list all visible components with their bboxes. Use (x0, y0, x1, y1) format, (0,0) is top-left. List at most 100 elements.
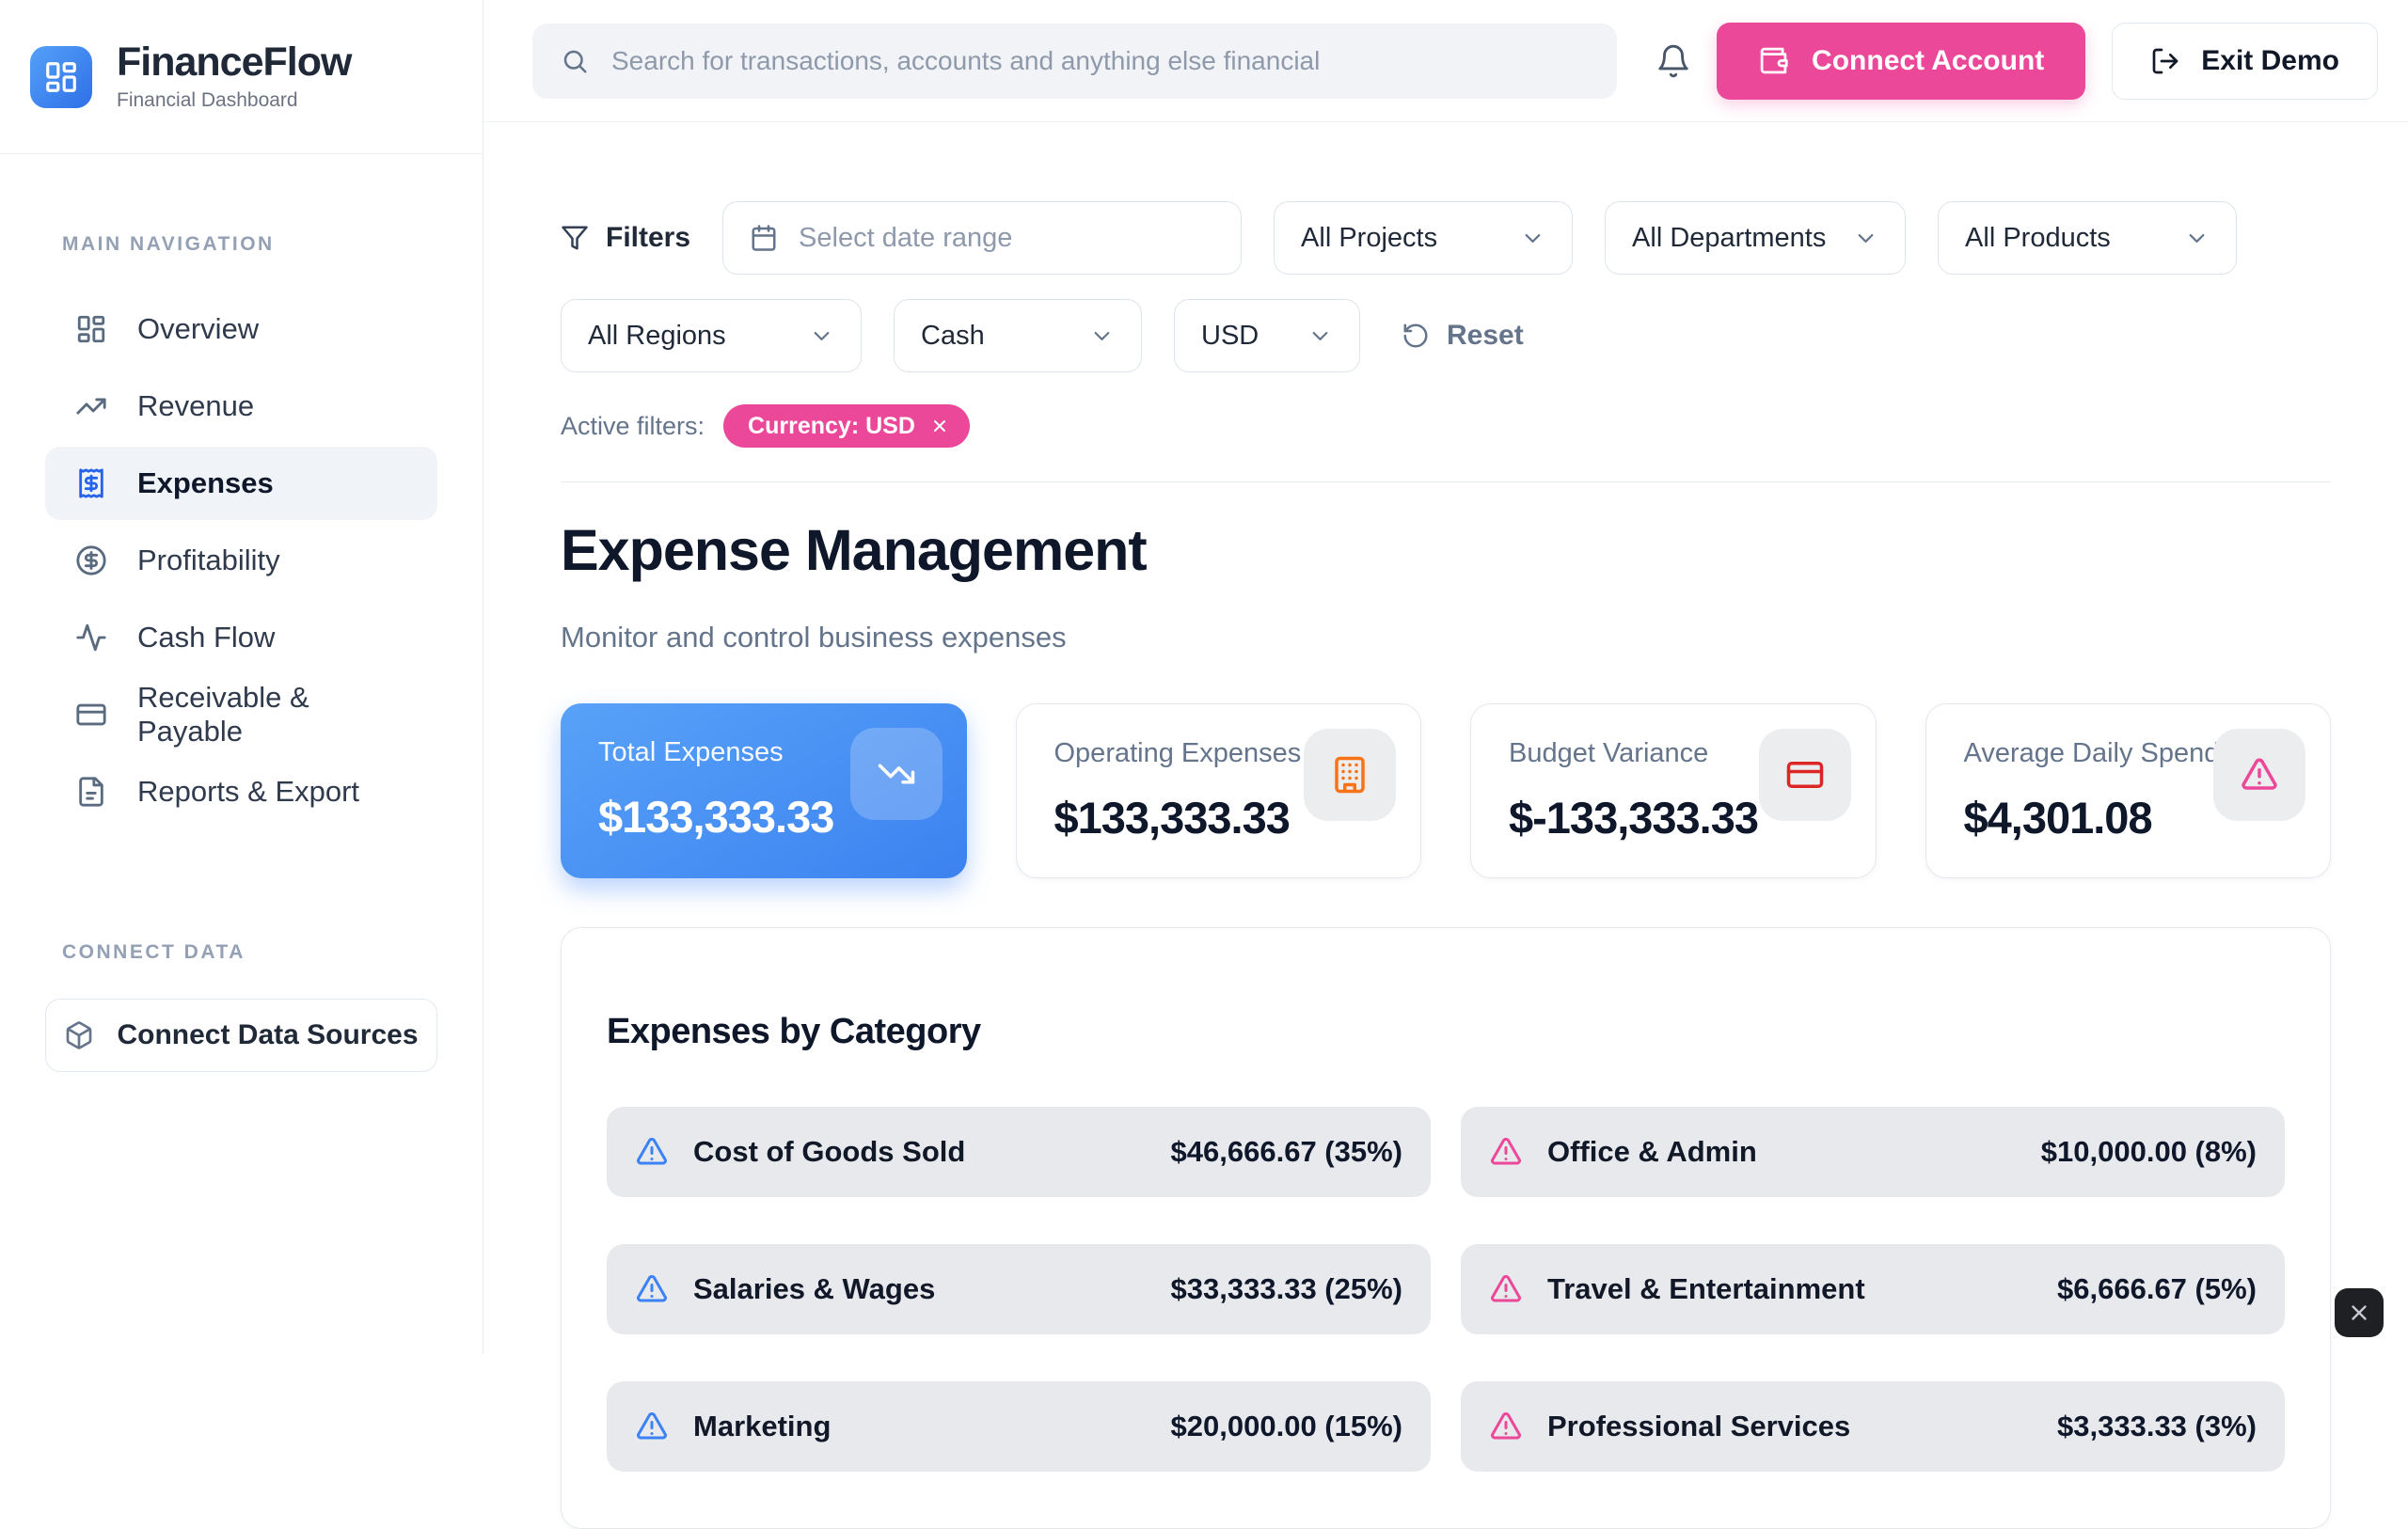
departments-dropdown[interactable]: All Departments (1605, 201, 1906, 275)
sidebar-item-receivable-payable[interactable]: Receivable & Payable (45, 678, 437, 751)
category-name: Salaries & Wages (693, 1272, 935, 1306)
category-value: $6,666.67 (5%) (2057, 1272, 2257, 1306)
regions-dropdown[interactable]: All Regions (561, 299, 862, 372)
sidebar-item-profitability[interactable]: Profitability (45, 524, 437, 597)
category-item-marketing: Marketing $20,000.00 (15%) (607, 1381, 1431, 1472)
filters-label: Filters (561, 222, 690, 254)
connect-data-heading: CONNECT DATA (62, 941, 483, 964)
topbar: Connect Account Exit Demo (483, 0, 2408, 122)
date-range-placeholder: Select date range (799, 223, 1012, 254)
sidebar-item-label: Receivable & Payable (137, 681, 407, 749)
sidebar-item-label: Cash Flow (137, 621, 275, 654)
category-name: Office & Admin (1547, 1135, 1757, 1169)
chevron-down-icon (1853, 226, 1878, 251)
trending-down-icon (850, 728, 943, 820)
dashboard-icon (75, 313, 107, 345)
close-icon[interactable] (930, 417, 949, 435)
search-bar (532, 24, 1617, 99)
credit-card-icon (75, 699, 107, 731)
log-out-icon (2150, 46, 2180, 76)
nav-heading: MAIN NAVIGATION (62, 233, 483, 256)
reset-filters-button[interactable]: Reset (1402, 320, 1524, 352)
category-name: Cost of Goods Sold (693, 1135, 965, 1169)
alert-triangle-icon (1489, 1410, 1523, 1443)
filter-funnel-icon (561, 224, 589, 252)
category-item-office-admin: Office & Admin $10,000.00 (8%) (1461, 1107, 2285, 1197)
category-value: $3,333.33 (3%) (2057, 1410, 2257, 1443)
stat-card-operating-expenses: Operating Expenses $133,333.33 (1016, 703, 1422, 878)
exit-demo-button[interactable]: Exit Demo (2112, 23, 2378, 100)
category-item-professional-services: Professional Services $3,333.33 (3%) (1461, 1381, 2285, 1472)
chevron-down-icon (809, 323, 834, 349)
credit-card-icon (1759, 729, 1851, 821)
chevron-down-icon (1089, 323, 1115, 349)
alert-triangle-icon (1489, 1135, 1523, 1169)
notifications-bell-icon[interactable] (1653, 40, 1694, 82)
sidebar-item-label: Reports & Export (137, 775, 359, 809)
category-item-salaries-wages: Salaries & Wages $33,333.33 (25%) (607, 1244, 1431, 1334)
wallet-icon (1758, 45, 1789, 76)
alert-triangle-icon (635, 1410, 669, 1443)
brand-name: FinanceFlow (117, 41, 351, 84)
sidebar-item-reports-export[interactable]: Reports & Export (45, 755, 437, 828)
category-grid: Cost of Goods Sold $46,666.67 (35%) Offi… (607, 1107, 2285, 1472)
category-name: Travel & Entertainment (1547, 1272, 1865, 1306)
connect-account-button[interactable]: Connect Account (1717, 23, 2085, 100)
building-icon (1304, 729, 1396, 821)
currency-dropdown[interactable]: USD (1174, 299, 1360, 372)
category-item-cost-of-goods-sold: Cost of Goods Sold $46,666.67 (35%) (607, 1107, 1431, 1197)
sidebar-item-cash-flow[interactable]: Cash Flow (45, 601, 437, 674)
activity-icon (75, 622, 107, 654)
stats-grid: Total Expenses $133,333.33 Operating Exp… (561, 703, 2331, 878)
stat-card-total-expenses: Total Expenses $133,333.33 (561, 703, 967, 878)
alert-triangle-icon (2213, 729, 2305, 821)
close-icon (2347, 1300, 2371, 1325)
receipt-icon (75, 467, 107, 499)
projects-dropdown[interactable]: All Projects (1274, 201, 1573, 275)
connect-account-label: Connect Account (1812, 45, 2044, 77)
filters-row-2: All Regions Cash USD Reset (561, 299, 2331, 372)
connect-data-sources-button[interactable]: Connect Data Sources (45, 999, 437, 1072)
stat-card-budget-variance: Budget Variance $-133,333.33 (1470, 703, 1877, 878)
alert-triangle-icon (635, 1272, 669, 1306)
active-filters-label: Active filters: (561, 412, 705, 441)
brand-logo-icon (30, 46, 92, 108)
stat-card-average-daily-spend: Average Daily Spend $4,301.08 (1925, 703, 2332, 878)
category-value: $46,666.67 (35%) (1171, 1135, 1402, 1169)
expenses-by-category-title: Expenses by Category (607, 1012, 2285, 1052)
category-name: Marketing (693, 1410, 831, 1443)
sidebar-item-overview[interactable]: Overview (45, 292, 437, 366)
category-item-travel-entertainment: Travel & Entertainment $6,666.67 (5%) (1461, 1244, 2285, 1334)
content-column: Connect Account Exit Demo Filters Select… (483, 0, 2408, 1354)
category-value: $33,333.33 (25%) (1171, 1272, 1402, 1306)
page-title: Expense Management (561, 520, 2331, 582)
page-subtitle: Monitor and control business expenses (561, 621, 2331, 654)
main-navigation: Overview Revenue Expenses Profitability … (0, 292, 483, 832)
alert-triangle-icon (635, 1135, 669, 1169)
sidebar: FinanceFlow Financial Dashboard MAIN NAV… (0, 0, 483, 1354)
sidebar-item-revenue[interactable]: Revenue (45, 370, 437, 443)
sidebar-item-label: Expenses (137, 466, 274, 500)
chevron-down-icon (1520, 226, 1545, 251)
chevron-down-icon (1307, 323, 1333, 349)
app-root: FinanceFlow Financial Dashboard MAIN NAV… (0, 0, 2408, 1354)
close-overlay-button[interactable] (2335, 1288, 2384, 1337)
active-filters-row: Active filters: Currency: USD (561, 404, 2331, 448)
search-input[interactable] (610, 45, 1589, 77)
payment-method-dropdown[interactable]: Cash (894, 299, 1142, 372)
date-range-picker[interactable]: Select date range (722, 201, 1242, 275)
alert-triangle-icon (1489, 1272, 1523, 1306)
sidebar-item-expenses[interactable]: Expenses (45, 447, 437, 520)
category-value: $20,000.00 (15%) (1171, 1410, 1402, 1443)
products-dropdown[interactable]: All Products (1938, 201, 2237, 275)
chevron-down-icon (2184, 226, 2210, 251)
currency-filter-chip[interactable]: Currency: USD (723, 404, 970, 448)
connect-data-section: Connect Data Sources (0, 999, 483, 1072)
category-name: Professional Services (1547, 1410, 1850, 1443)
expenses-by-category-card: Expenses by Category Cost of Goods Sold … (561, 927, 2331, 1529)
filters-row-1: Filters Select date range All Projects A… (561, 201, 2331, 275)
calendar-icon (750, 224, 778, 252)
category-value: $10,000.00 (8%) (2041, 1135, 2257, 1169)
search-icon (561, 47, 589, 75)
sidebar-item-label: Overview (137, 312, 259, 346)
